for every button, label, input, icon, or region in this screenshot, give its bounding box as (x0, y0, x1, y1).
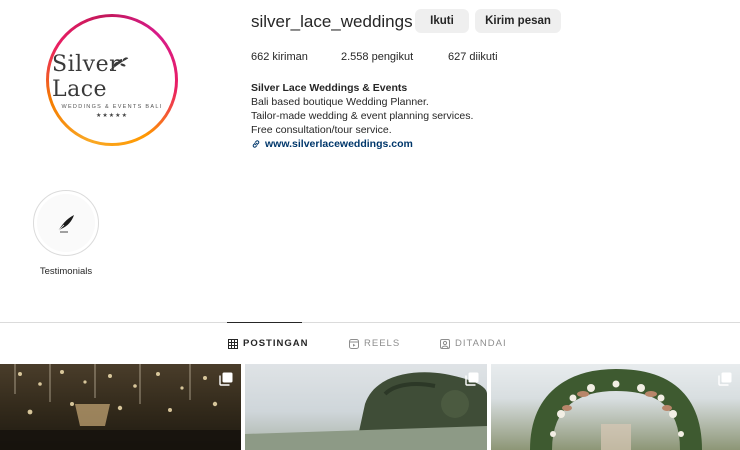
bio-line: Free consultation/tour service. (251, 124, 392, 136)
link-icon (252, 140, 260, 148)
post-image (530, 368, 702, 450)
post-image (245, 372, 487, 450)
quill-icon (57, 215, 74, 233)
message-button[interactable]: Kirim pesan (475, 9, 561, 33)
bio-name: Silver Lace Weddings & Events (251, 82, 408, 94)
tabs-divider (0, 322, 740, 323)
multiple-posts-icon (219, 372, 233, 386)
posts-count: 662 kiriman (251, 51, 308, 63)
profile-username: silver_lace_weddings (251, 12, 413, 31)
followers-count[interactable]: 2.558 pengikut (341, 51, 413, 63)
post-thumbnail[interactable] (0, 364, 241, 450)
leaf-icon (109, 57, 129, 71)
follow-button[interactable]: Ikuti (415, 9, 469, 33)
grid-icon (228, 338, 238, 349)
post-thumbnail[interactable] (491, 364, 740, 450)
avatar-logo: Silver Lace WEDDINGS & EVENTS BALI ★★★★★ (49, 17, 175, 143)
bio-website-link[interactable]: www.silverlaceweddings.com (251, 137, 473, 151)
following-count[interactable]: 627 diikuti (448, 51, 498, 63)
multiple-posts-icon (718, 372, 732, 386)
bio-line: Bali based boutique Wedding Planner. (251, 96, 429, 108)
profile-avatar[interactable]: Silver Lace WEDDINGS & EVENTS BALI ★★★★★ (46, 14, 178, 146)
logo-subtitle: WEDDINGS & EVENTS BALI (61, 103, 163, 110)
post-image (0, 364, 241, 450)
tab-posts[interactable]: POSTINGAN (228, 338, 308, 349)
tab-tagged[interactable]: DITANDAI (440, 338, 507, 349)
profile-bio: Silver Lace Weddings & Events Bali based… (251, 81, 473, 151)
active-tab-indicator (227, 322, 302, 323)
tab-label: POSTINGAN (243, 338, 309, 349)
tagged-icon (440, 338, 450, 349)
reels-icon (349, 338, 359, 349)
logo-stars: ★★★★★ (96, 112, 128, 119)
highlight-cover[interactable] (33, 190, 99, 256)
tab-label: REELS (364, 338, 401, 349)
bio-line: Tailor-made wedding & event planning ser… (251, 110, 474, 122)
tab-reels[interactable]: REELS (349, 338, 400, 349)
tab-label: DITANDAI (455, 338, 507, 349)
highlight-label: Testimonials (39, 266, 93, 277)
bio-link-text[interactable]: www.silverlaceweddings.com (265, 137, 413, 151)
post-thumbnail[interactable] (245, 364, 487, 450)
highlight-testimonials[interactable]: Testimonials (32, 190, 100, 277)
multiple-posts-icon (465, 372, 479, 386)
